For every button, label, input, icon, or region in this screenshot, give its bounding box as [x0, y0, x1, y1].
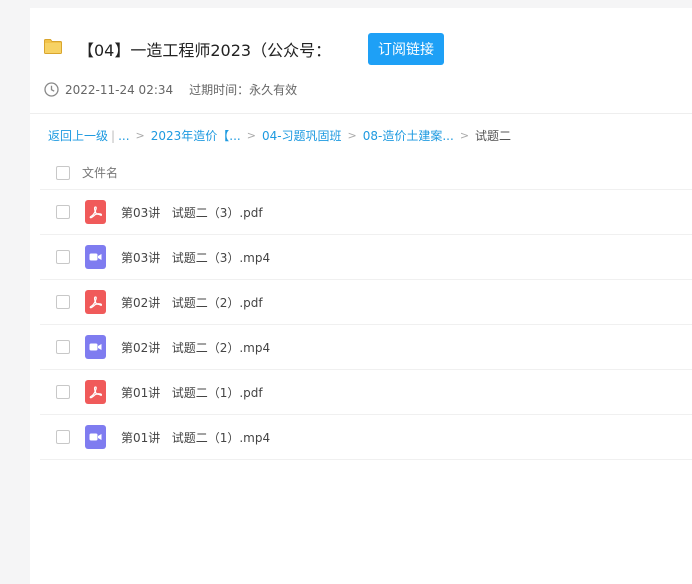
file-name[interactable]: 第02讲 试题二（2）.mp4 — [121, 339, 270, 356]
video-file-icon — [85, 425, 106, 449]
file-row-checkbox[interactable] — [56, 205, 70, 219]
file-name[interactable]: 第03讲 试题二（3）.mp4 — [121, 249, 270, 266]
expiry-text: 过期时间：永久有效 — [189, 83, 298, 97]
share-meta: 2022-11-24 02:34 过期时间：永久有效 — [44, 81, 297, 98]
file-list: 文件名 第03讲 试题二（3）.pdf 第03讲 试题二（3）.mp4 第02讲 试… — [40, 156, 692, 460]
file-row-checkbox[interactable] — [56, 295, 70, 309]
breadcrumb-separator: > — [246, 129, 256, 142]
pdf-file-icon — [85, 380, 106, 404]
breadcrumb-current: 试题二 — [475, 129, 512, 143]
file-row[interactable]: 第02讲 试题二（2）.mp4 — [40, 325, 692, 370]
file-row[interactable]: 第01讲 试题二（1）.pdf — [40, 370, 692, 415]
file-share-panel: 【04】一造工程师2023（公众号：建... 订阅链接 2022-11-24 0… — [30, 8, 692, 584]
subscribe-link-button[interactable]: 订阅链接 — [368, 33, 444, 65]
file-name[interactable]: 第02讲 试题二（2）.pdf — [121, 294, 263, 311]
video-file-icon — [85, 245, 106, 269]
file-row-checkbox[interactable] — [56, 385, 70, 399]
file-row[interactable]: 第03讲 试题二（3）.mp4 — [40, 235, 692, 280]
file-name[interactable]: 第01讲 试题二（1）.mp4 — [121, 429, 270, 446]
video-file-icon — [85, 335, 106, 359]
file-row[interactable]: 第03讲 试题二（3）.pdf — [40, 190, 692, 235]
file-row-checkbox[interactable] — [56, 430, 70, 444]
file-row[interactable]: 第02讲 试题二（2）.pdf — [40, 280, 692, 325]
share-title: 【04】一造工程师2023（公众号：建... — [78, 41, 328, 60]
select-all-checkbox[interactable] — [56, 165, 70, 180]
column-header-filename: 文件名 — [82, 166, 119, 180]
pdf-file-icon — [85, 290, 106, 314]
breadcrumb-item-practice[interactable]: 04-习题巩固班 — [262, 127, 342, 144]
breadcrumb-pipe: | — [111, 128, 116, 143]
share-header: 【04】一造工程师2023（公众号：建... 订阅链接 2022-11-24 0… — [30, 8, 692, 114]
file-row[interactable]: 第01讲 试题二（1）.mp4 — [40, 415, 692, 460]
breadcrumb-separator: > — [459, 129, 470, 142]
breadcrumb-separator: > — [135, 129, 145, 142]
clock-icon — [44, 82, 59, 97]
share-date: 2022-11-24 02:34 — [65, 82, 174, 97]
breadcrumb: 返回上一级 | ... > 2023年造价【... > 04-习题巩固班 > 0… — [48, 127, 511, 144]
file-name[interactable]: 第03讲 试题二（3）.pdf — [121, 204, 263, 221]
file-name[interactable]: 第01讲 试题二（1）.pdf — [121, 384, 263, 401]
breadcrumb-ellipsis-link[interactable]: ... — [118, 129, 129, 143]
breadcrumb-item-case[interactable]: 08-造价土建案... — [363, 127, 454, 144]
folder-icon — [44, 39, 62, 54]
file-row-checkbox[interactable] — [56, 340, 70, 354]
breadcrumb-item-2023[interactable]: 2023年造价【... — [151, 127, 241, 144]
file-row-checkbox[interactable] — [56, 250, 70, 264]
pdf-file-icon — [85, 200, 106, 224]
breadcrumb-back-link[interactable]: 返回上一级 — [48, 127, 108, 144]
breadcrumb-separator: > — [347, 129, 357, 142]
file-list-header: 文件名 — [40, 156, 692, 190]
